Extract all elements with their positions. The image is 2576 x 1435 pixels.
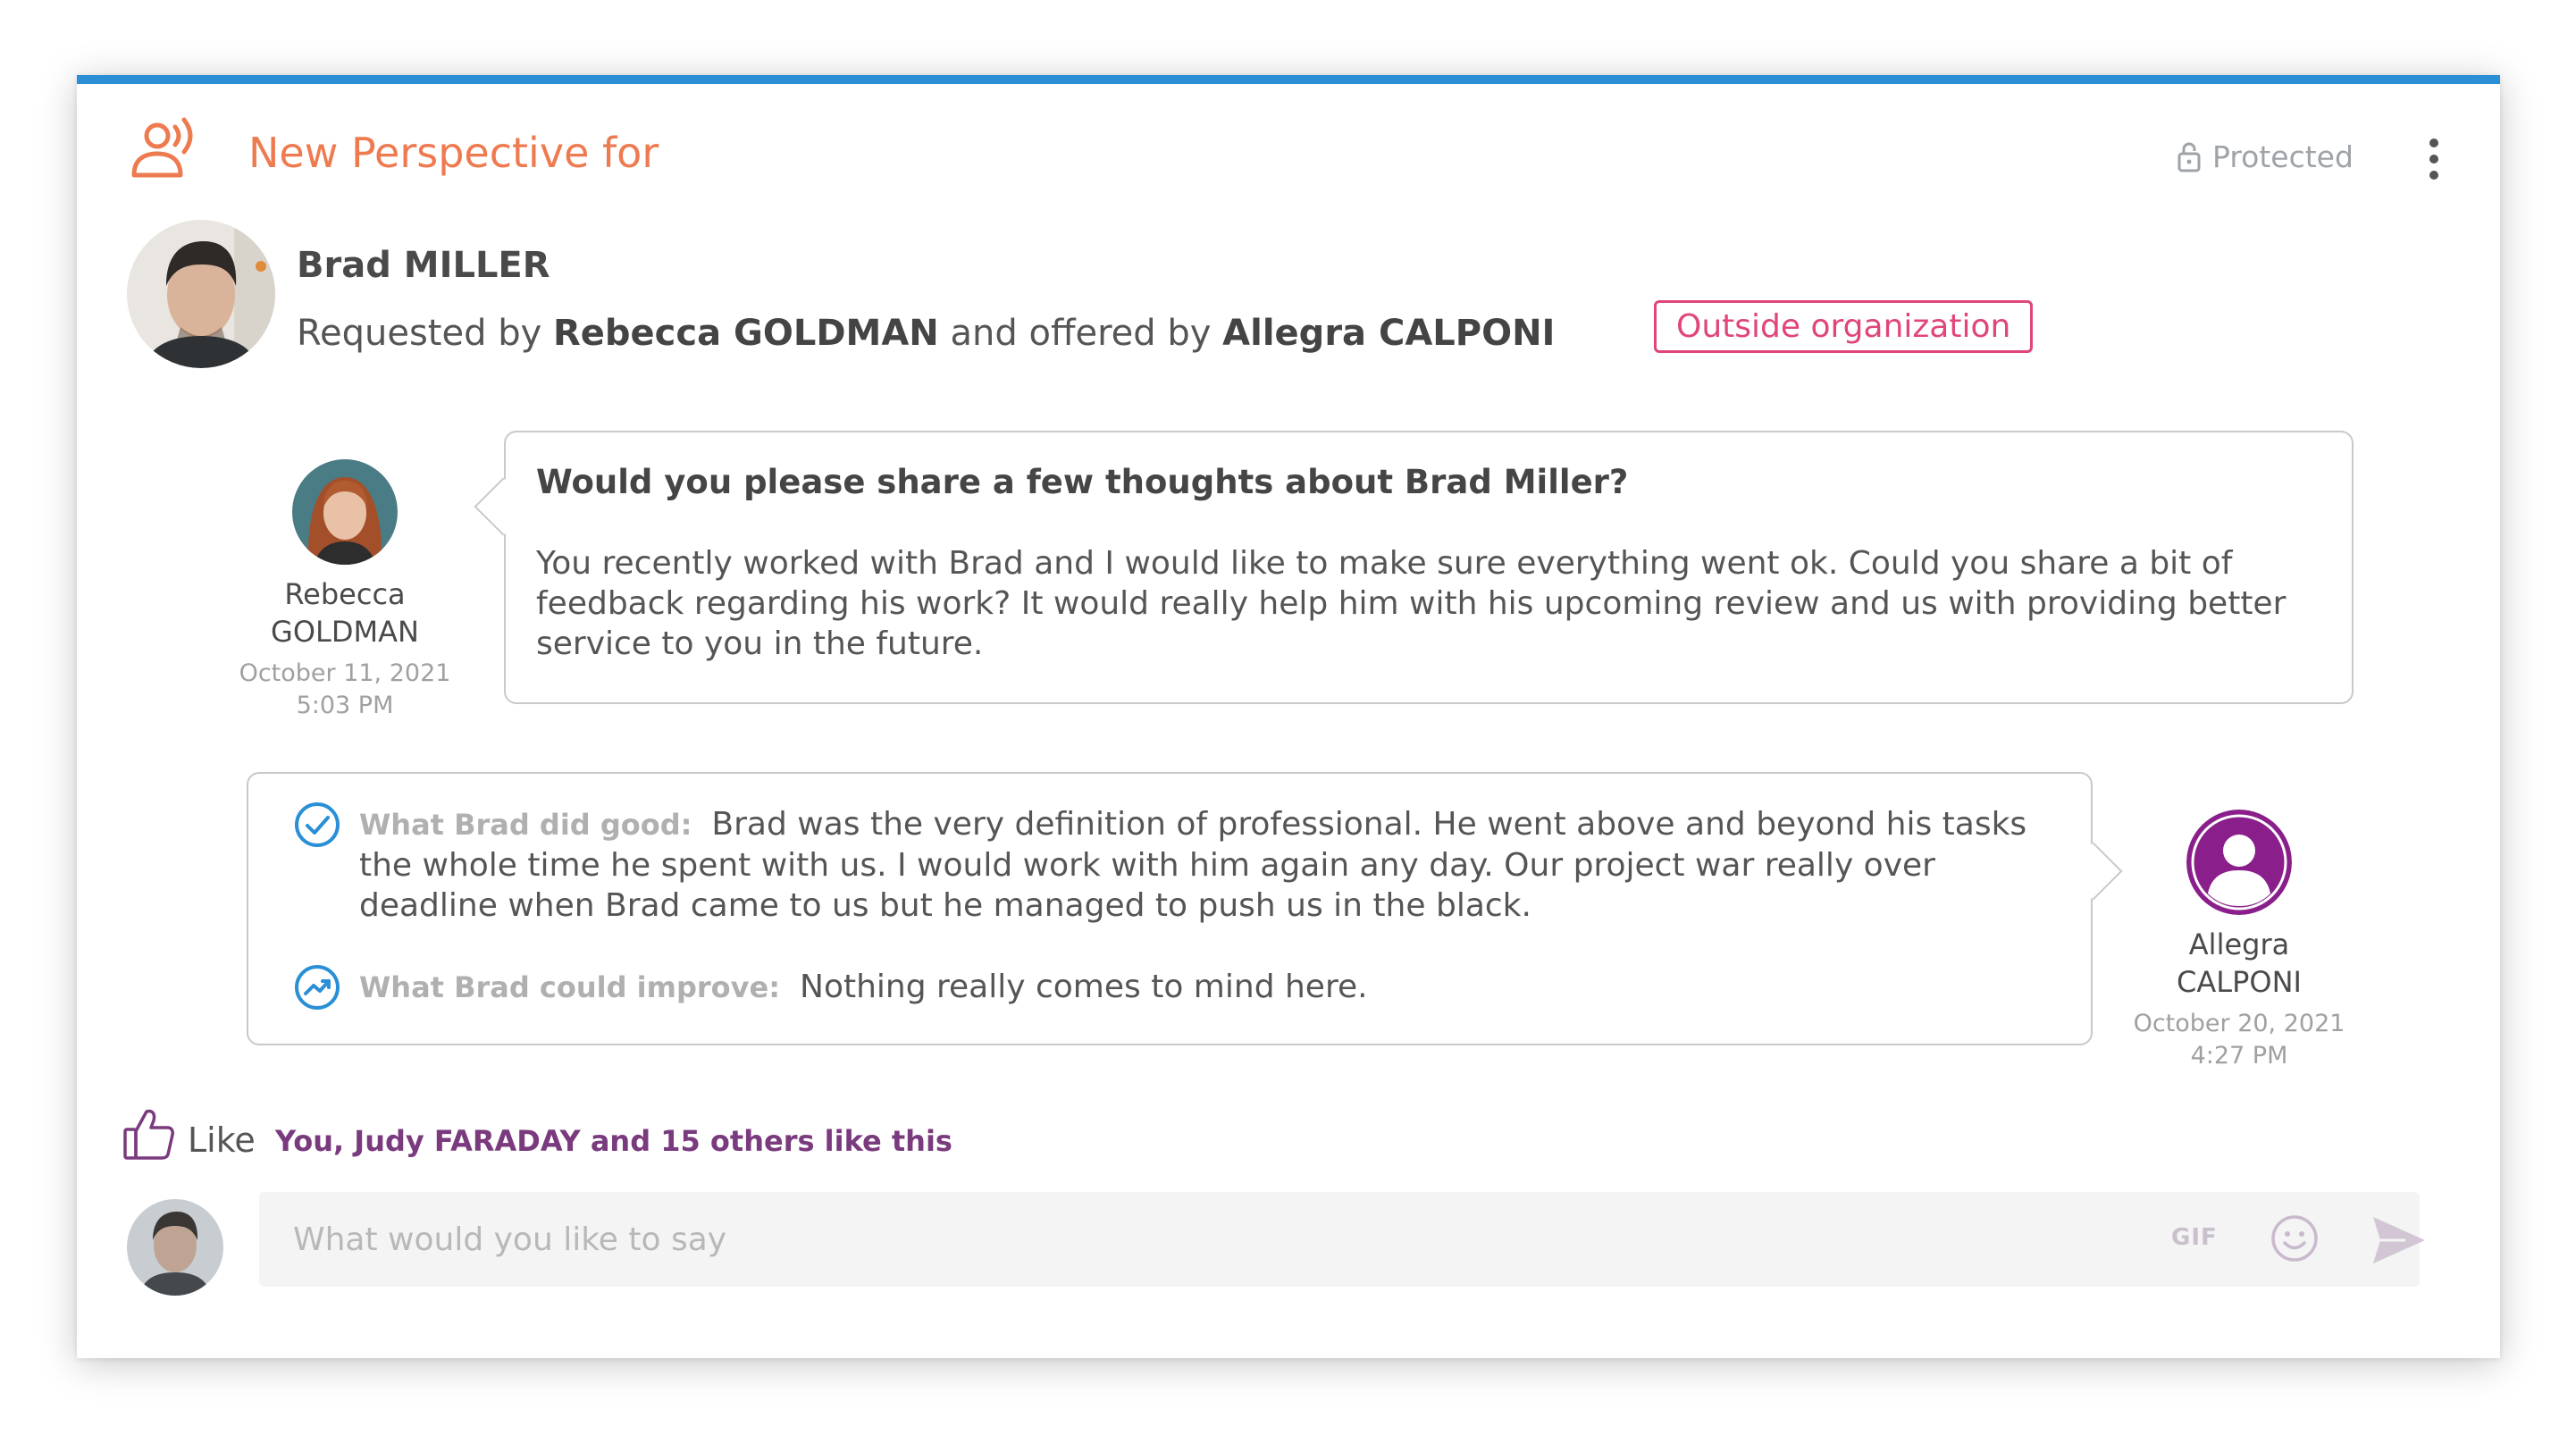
- feedback-icon: [131, 117, 193, 178]
- current-user-avatar: [127, 1199, 223, 1296]
- subject-name: Brad MILLER: [297, 245, 550, 286]
- response-date: October 20, 2021: [2133, 1010, 2345, 1037]
- perspective-card: New Perspective for Protected Brad MILLE…: [77, 75, 2500, 1358]
- requester-first-name: Rebecca: [284, 577, 406, 611]
- response-bubble: What Brad did good: Brad was the very def…: [247, 772, 2093, 1045]
- request-middle: and offered by: [950, 313, 1212, 354]
- person-icon: [2186, 810, 2292, 915]
- thumbs-up-icon[interactable]: [122, 1106, 175, 1162]
- response-author: Allegra CALPONI October 20, 2021 4:27 PM: [2114, 810, 2364, 1072]
- check-circle-icon: [295, 802, 340, 847]
- offerer-first-name: Allegra: [2188, 927, 2290, 961]
- subject-avatar: [127, 220, 275, 368]
- offerer-last-name: CALPONI: [2177, 965, 2302, 999]
- requester-name[interactable]: Rebecca GOLDMAN: [553, 313, 939, 354]
- request-question: Would you please share a few thoughts ab…: [536, 463, 1629, 501]
- improve-text: Nothing really comes to mind here.: [800, 969, 1368, 1005]
- send-icon[interactable]: [2370, 1213, 2429, 1267]
- like-button[interactable]: Like: [188, 1120, 256, 1160]
- like-summary[interactable]: You, Judy FARADAY and 15 others like thi…: [275, 1124, 952, 1158]
- more-vertical-icon[interactable]: [2423, 136, 2445, 182]
- page-title: New Perspective for: [248, 129, 659, 177]
- request-time: 5:03 PM: [296, 692, 394, 719]
- request-bubble: Would you please share a few thoughts ab…: [504, 431, 2354, 704]
- good-label: What Brad did good:: [359, 808, 692, 842]
- requester-last-name: GOLDMAN: [271, 615, 419, 649]
- gif-button[interactable]: GIF: [2171, 1224, 2218, 1251]
- response-time: 4:27 PM: [2190, 1042, 2288, 1070]
- improve-label: What Brad could improve:: [359, 970, 781, 1004]
- request-date: October 11, 2021: [239, 659, 451, 687]
- feedback-good-row: What Brad did good: Brad was the very def…: [293, 802, 2066, 926]
- comment-box: GIF: [259, 1192, 2425, 1287]
- request-line: Requested by Rebecca GOLDMAN and offered…: [297, 313, 1555, 354]
- comment-input[interactable]: [291, 1212, 1993, 1267]
- outside-organization-badge: Outside organization: [1654, 300, 2034, 353]
- offerer-avatar: [2186, 810, 2292, 915]
- request-author: Rebecca GOLDMAN October 11, 2021 5:03 PM: [238, 459, 452, 722]
- request-prefix: Requested by: [297, 313, 542, 354]
- protected-label: Protected: [2212, 139, 2354, 174]
- lock-icon: [2177, 142, 2201, 172]
- protected-indicator: Protected: [2177, 139, 2354, 174]
- offerer-name[interactable]: Allegra CALPONI: [1222, 313, 1555, 354]
- trend-circle-icon: [295, 965, 340, 1010]
- requester-avatar: [292, 459, 398, 565]
- emoji-icon[interactable]: [2270, 1213, 2320, 1263]
- feedback-improve-row: What Brad could improve: Nothing really c…: [293, 965, 2066, 1011]
- request-body: You recently worked with Brad and I woul…: [536, 545, 2287, 662]
